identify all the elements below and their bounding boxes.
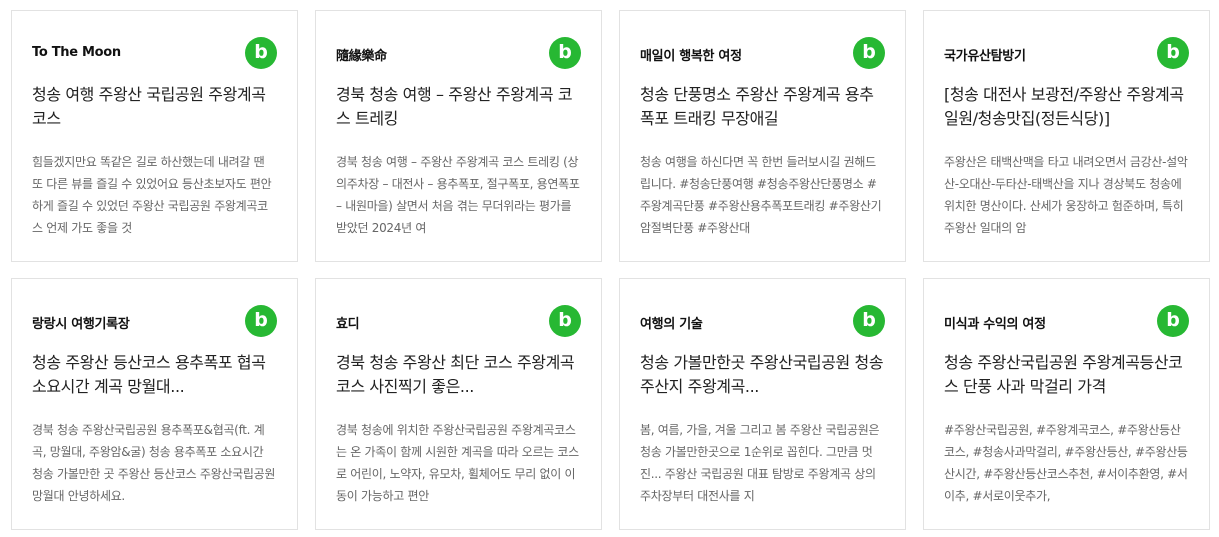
blog-results-grid: To The Moon b 청송 여행 주왕산 국립공원 주왕계곡코스 힘들겠지… xyxy=(0,0,1219,537)
blog-name[interactable]: 隨緣樂命 xyxy=(336,45,387,64)
blog-card[interactable]: 국가유산탐방기 b [청송 대전사 보광전/주왕산 주왕계곡 일원/청송맛집(정… xyxy=(923,10,1210,262)
blog-name[interactable]: To The Moon xyxy=(32,45,121,60)
blog-name[interactable]: 매일이 행복한 여정 xyxy=(640,45,742,64)
post-snippet: 주왕산은 태백산맥을 타고 내려오면서 금강산-설악산-오대산-두타산-태백산을… xyxy=(944,155,1188,235)
post-title[interactable]: 경북 청송 여행 – 주왕산 주왕계곡 코스 트레킹 xyxy=(336,83,583,131)
card-header: 隨緣樂命 b xyxy=(336,37,581,71)
card-header: 미식과 수익의 여정 b xyxy=(944,305,1189,339)
post-snippet: #주왕산국립공원, #주왕계곡코스, #주왕산등산코스, #청송사과막걸리, #… xyxy=(944,423,1188,503)
post-snippet: 청송 여행을 하신다면 꼭 한번 들러보시길 권해드립니다. #청송단풍여행 #… xyxy=(640,155,882,235)
post-snippet: 힘들겠지만요 똑같은 길로 하산했는데 내려갈 땐 또 다른 뷰를 즐길 수 있… xyxy=(32,155,272,235)
card-header: To The Moon b xyxy=(32,37,277,71)
post-title[interactable]: 청송 주왕산 등산코스 용추폭포 협곡 소요시간 계곡 망월대... xyxy=(32,351,279,399)
blog-b-icon: b xyxy=(1157,37,1189,69)
post-title[interactable]: 청송 단풍명소 주왕산 주왕계곡 용추폭포 트래킹 무장애길 xyxy=(640,83,887,131)
post-title[interactable]: [청송 대전사 보광전/주왕산 주왕계곡 일원/청송맛집(정든식당)] xyxy=(944,83,1191,131)
blog-b-icon: b xyxy=(1157,305,1189,337)
card-header: 여행의 기술 b xyxy=(640,305,885,339)
blog-card[interactable]: 隨緣樂命 b 경북 청송 여행 – 주왕산 주왕계곡 코스 트레킹 경북 청송 … xyxy=(315,10,602,262)
post-title[interactable]: 청송 주왕산국립공원 주왕계곡등산코스 단풍 사과 막걸리 가격 xyxy=(944,351,1191,399)
blog-b-icon: b xyxy=(853,37,885,69)
blog-card[interactable]: 매일이 행복한 여정 b 청송 단풍명소 주왕산 주왕계곡 용추폭포 트래킹 무… xyxy=(619,10,906,262)
blog-name[interactable]: 여행의 기술 xyxy=(640,313,703,332)
blog-name[interactable]: 국가유산탐방기 xyxy=(944,45,1026,64)
card-header: 국가유산탐방기 b xyxy=(944,37,1189,71)
card-header: 효디 b xyxy=(336,305,581,339)
post-snippet: 경북 청송에 위치한 주왕산국립공원 주왕계곡코스는 온 가족이 함께 시원한 … xyxy=(336,423,579,503)
blog-name[interactable]: 효디 xyxy=(336,313,360,332)
card-header: 매일이 행복한 여정 b xyxy=(640,37,885,71)
post-title[interactable]: 경북 청송 주왕산 최단 코스 주왕계곡코스 사진찍기 좋은... xyxy=(336,351,583,399)
blog-b-icon: b xyxy=(549,37,581,69)
post-title[interactable]: 청송 가볼만한곳 주왕산국립공원 청송주산지 주왕계곡... xyxy=(640,351,887,399)
blog-card[interactable]: 효디 b 경북 청송 주왕산 최단 코스 주왕계곡코스 사진찍기 좋은... 경… xyxy=(315,278,602,530)
blog-b-icon: b xyxy=(245,37,277,69)
blog-b-icon: b xyxy=(549,305,581,337)
post-title[interactable]: 청송 여행 주왕산 국립공원 주왕계곡코스 xyxy=(32,83,279,131)
blog-b-icon: b xyxy=(245,305,277,337)
blog-card[interactable]: To The Moon b 청송 여행 주왕산 국립공원 주왕계곡코스 힘들겠지… xyxy=(11,10,298,262)
blog-name[interactable]: 랑랑시 여행기록장 xyxy=(32,313,130,332)
blog-card[interactable]: 여행의 기술 b 청송 가볼만한곳 주왕산국립공원 청송주산지 주왕계곡... … xyxy=(619,278,906,530)
post-snippet: 경북 청송 여행 – 주왕산 주왕계곡 코스 트레킹 (상의주차장 – 대전사 … xyxy=(336,155,580,235)
blog-name[interactable]: 미식과 수익의 여정 xyxy=(944,313,1046,332)
blog-card[interactable]: 미식과 수익의 여정 b 청송 주왕산국립공원 주왕계곡등산코스 단풍 사과 막… xyxy=(923,278,1210,530)
blog-card[interactable]: 랑랑시 여행기록장 b 청송 주왕산 등산코스 용추폭포 협곡 소요시간 계곡 … xyxy=(11,278,298,530)
card-header: 랑랑시 여행기록장 b xyxy=(32,305,277,339)
blog-b-icon: b xyxy=(853,305,885,337)
post-snippet: 봄, 여름, 가을, 겨울 그리고 봄 주왕산 국립공원은 청송 가볼만한곳으로… xyxy=(640,423,880,503)
post-snippet: 경북 청송 주왕산국립공원 용추폭포&협곡(ft. 계곡, 망월대, 주왕암&굴… xyxy=(32,423,276,503)
